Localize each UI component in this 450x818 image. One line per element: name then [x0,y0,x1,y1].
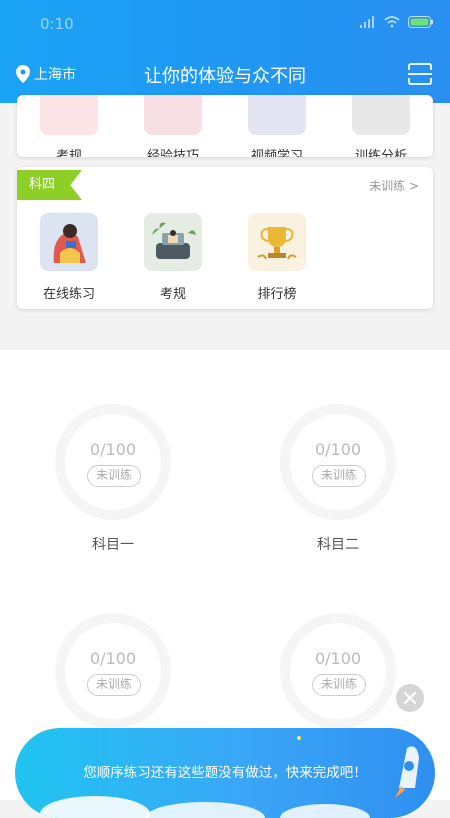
status-time: 0:10 [40,15,74,33]
reading-person-icon [53,224,86,263]
scan-button[interactable] [408,63,432,89]
grid-item-label: 考规 [159,287,186,302]
gauge-subject-one[interactable]: 0/100 未训练 [53,402,173,522]
grid-item-label: 排行榜 [257,287,297,302]
gauge-status-badge: 未训练 [312,674,366,696]
grid-item-analysis[interactable]: 训练分析 [329,95,433,157]
page-title: 让你的体验与众不同 [144,66,306,87]
grid-item-online-practice[interactable]: 在线练习 [17,213,121,302]
banner-message: 您顺序练习还有这些题没有做过，快来完成吧！ [83,765,367,781]
grid-item-label: 考规 [55,149,82,157]
car-icon [152,222,196,259]
rules-thumbnail [40,95,98,135]
gauge-score: 0/100 [89,649,137,668]
status-bar: 0:10 [0,0,450,48]
grid-item-label: 在线练习 [42,287,95,302]
battery-icon [408,16,433,28]
gauge-score: 0/100 [89,440,137,459]
subject-tag: 科四 [17,170,82,200]
online-practice-thumbnail [40,213,98,271]
analysis-thumbnail [352,95,410,135]
subject-card-top: 考规 经验技巧 视频学习 训练分析 [17,95,433,157]
gauge-status-badge: 未训练 [87,674,141,696]
progress-ring-icon [55,613,171,729]
trophy-icon [257,227,297,260]
status-icons [360,16,434,28]
grid-item-exam-rules[interactable]: 考规 [121,213,225,302]
header: 0:10 上海市 让你的体验与众不同 [0,0,450,103]
gauge-subject-four[interactable]: 0/100 未训练 [278,611,398,731]
signal-icon [360,16,374,28]
gauge-label: 科目一 [92,537,134,553]
grid-item-label: 经验技巧 [146,149,199,157]
close-banner-button[interactable] [396,684,424,712]
close-icon [403,691,417,705]
tips-thumbnail [144,95,202,135]
exam-rules-thumbnail [144,213,202,271]
grid-item-tips[interactable]: 经验技巧 [121,95,225,157]
gauge-score: 0/100 [314,649,362,668]
progress-ring-icon [55,404,171,520]
gauge-subject-three[interactable]: 0/100 未训练 [53,611,173,731]
gauge-subject-two[interactable]: 0/100 未训练 [278,402,398,522]
subject-four-card: 科四 未训练 > 在线练习 考规 排行榜 [17,167,433,309]
scan-icon [408,63,432,85]
progress-ring-icon [280,613,396,729]
progress-ring-icon [280,404,396,520]
wifi-icon [384,16,400,28]
leaderboard-thumbnail [248,213,306,271]
grid-item-label: 训练分析 [354,149,407,157]
gauge-score: 0/100 [314,440,362,459]
practice-reminder-banner[interactable]: 您顺序练习还有这些题没有做过，快来完成吧！ [15,728,435,818]
training-status-link[interactable]: 未训练 > [369,177,419,194]
grid-item-rules[interactable]: 考规 [17,95,121,157]
grid-item-video[interactable]: 视频学习 [225,95,329,157]
gauge-label: 科目二 [317,537,359,553]
grid-item-leaderboard[interactable]: 排行榜 [225,213,329,302]
gauge-status-badge: 未训练 [87,465,141,487]
gauge-status-badge: 未训练 [312,465,366,487]
grid-item-label: 视频学习 [250,149,303,157]
video-thumbnail [248,95,306,135]
